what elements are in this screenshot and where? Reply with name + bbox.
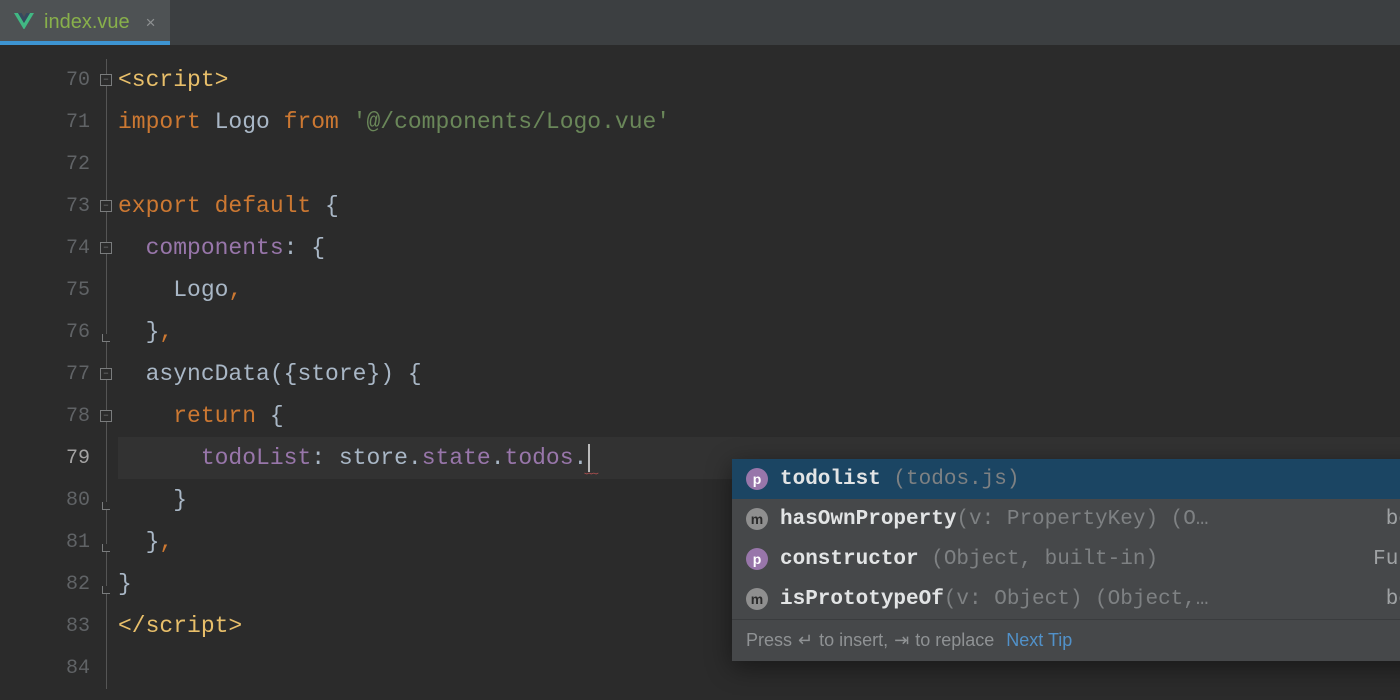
completion-item[interactable]: ptodolist (todos.js)[] bbox=[732, 459, 1400, 499]
fold-end-icon bbox=[102, 544, 110, 552]
fold-end-icon bbox=[102, 586, 110, 594]
enter-key-icon: ↵ bbox=[798, 630, 813, 651]
completion-type: boolean bbox=[1386, 588, 1400, 611]
code-area[interactable]: <script>import Logo from '@/components/L… bbox=[118, 45, 1400, 700]
footer-text: Press bbox=[746, 630, 792, 651]
method-kind-icon: m bbox=[746, 508, 768, 530]
tab-bar: index.vue × bbox=[0, 0, 1400, 45]
line-number: 75 bbox=[66, 279, 90, 302]
completion-item[interactable]: m isPrototypeOf(v: Object) (Object,… boole… bbox=[732, 579, 1400, 619]
completion-list[interactable]: ptodolist (todos.js)[]mhasOwnProperty(v:… bbox=[732, 459, 1400, 619]
line-number: 74 bbox=[66, 237, 90, 260]
fold-end-icon bbox=[102, 502, 110, 510]
code-editor[interactable]: 70 71 72 73 74 75 76 77 78 79 80 81 82 83 84 − − − − − <sc… bbox=[0, 45, 1400, 700]
footer-text: to replace bbox=[915, 630, 994, 651]
line-number: 80 bbox=[66, 489, 90, 512]
property-kind-icon: p bbox=[746, 548, 768, 570]
line-number: 71 bbox=[66, 111, 90, 134]
line-number: 78 bbox=[66, 405, 90, 428]
code-line[interactable]: <script> bbox=[118, 59, 1400, 101]
line-number: 72 bbox=[66, 153, 90, 176]
fold-gutter: − − − − − bbox=[94, 45, 118, 700]
code-line[interactable]: }, bbox=[118, 311, 1400, 353]
completion-footer: Press ↵ to insert, ⇥ to replace Next Tip… bbox=[732, 619, 1400, 661]
completion-popup: ptodolist (todos.js)[]mhasOwnProperty(v:… bbox=[732, 459, 1400, 661]
method-kind-icon: m bbox=[746, 588, 768, 610]
code-line[interactable]: components: { bbox=[118, 227, 1400, 269]
completion-label: constructor (Object, built-in) bbox=[780, 548, 1158, 571]
vue-icon bbox=[14, 13, 34, 33]
fold-collapse-icon[interactable]: − bbox=[100, 242, 112, 254]
line-number: 84 bbox=[66, 657, 90, 680]
fold-collapse-icon[interactable]: − bbox=[100, 368, 112, 380]
property-kind-icon: p bbox=[746, 468, 768, 490]
fold-collapse-icon[interactable]: − bbox=[100, 74, 112, 86]
close-icon[interactable]: × bbox=[146, 13, 156, 33]
file-tab-title: index.vue bbox=[44, 11, 130, 34]
code-line[interactable]: asyncData({store}) { bbox=[118, 353, 1400, 395]
line-number: 83 bbox=[66, 615, 90, 638]
line-number: 79 bbox=[66, 447, 90, 470]
file-tab-index-vue[interactable]: index.vue × bbox=[0, 0, 170, 45]
editor-window: index.vue × 70 71 72 73 74 75 76 77 78 79 80 81 82 83… bbox=[0, 0, 1400, 700]
footer-text: to insert, bbox=[819, 630, 888, 651]
line-number-gutter: 70 71 72 73 74 75 76 77 78 79 80 81 82 83 84 bbox=[0, 45, 94, 700]
code-line[interactable]: return { bbox=[118, 395, 1400, 437]
line-number: 82 bbox=[66, 573, 90, 596]
completion-type: boolean bbox=[1386, 508, 1400, 531]
code-line[interactable]: Logo, bbox=[118, 269, 1400, 311]
line-number: 77 bbox=[66, 363, 90, 386]
line-number: 73 bbox=[66, 195, 90, 218]
code-line[interactable]: export default { bbox=[118, 185, 1400, 227]
line-number: 76 bbox=[66, 321, 90, 344]
completion-item[interactable]: m hasOwnProperty(v: PropertyKey) (O… boole… bbox=[732, 499, 1400, 539]
line-number: 70 bbox=[66, 69, 90, 92]
completion-label: isPrototypeOf(v: Object) (Object,… bbox=[780, 588, 1208, 611]
completion-type: Function bbox=[1373, 548, 1400, 571]
next-tip-link[interactable]: Next Tip bbox=[1006, 630, 1072, 651]
code-line[interactable]: import Logo from '@/components/Logo.vue' bbox=[118, 101, 1400, 143]
tab-key-icon: ⇥ bbox=[894, 630, 909, 651]
code-line[interactable] bbox=[118, 143, 1400, 185]
line-number: 81 bbox=[66, 531, 90, 554]
fold-collapse-icon[interactable]: − bbox=[100, 410, 112, 422]
error-underline-icon: ﹏ bbox=[584, 458, 595, 478]
fold-end-icon bbox=[102, 334, 110, 342]
completion-label: hasOwnProperty(v: PropertyKey) (O… bbox=[780, 508, 1208, 531]
completion-label: todolist (todos.js) bbox=[780, 468, 1019, 491]
fold-collapse-icon[interactable]: − bbox=[100, 200, 112, 212]
completion-item[interactable]: p constructor (Object, built-in) Function bbox=[732, 539, 1400, 579]
